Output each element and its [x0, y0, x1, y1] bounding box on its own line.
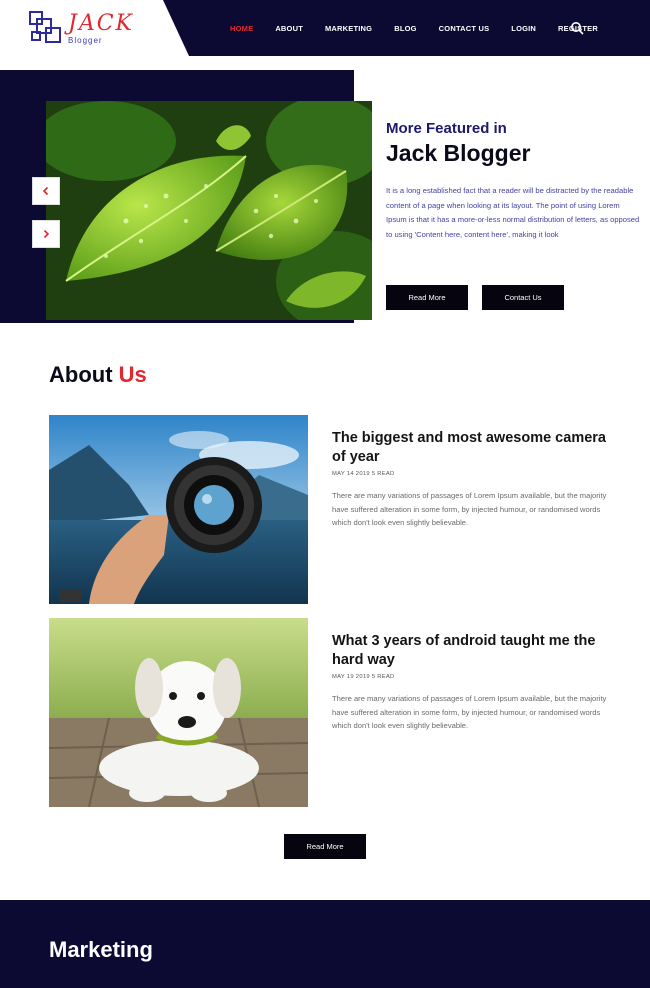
- post-excerpt-android: There are many variations of passages of…: [332, 694, 607, 731]
- site-header: JACK Blogger HOME ABOUT MARKETING BLOG C…: [0, 0, 650, 56]
- slider-prev-button[interactable]: [32, 177, 60, 205]
- slider-next-button[interactable]: [32, 220, 60, 248]
- hero-contact-us-button[interactable]: Contact Us: [482, 285, 564, 310]
- post-title-android[interactable]: What 3 years of android taught me the ha…: [332, 632, 622, 670]
- about-read-more-button[interactable]: Read More: [284, 834, 366, 859]
- main-nav: HOME ABOUT MARKETING BLOG CONTACT US LOG…: [230, 0, 620, 56]
- post-meta-camera: MAY 14 2019 5 READ: [332, 471, 395, 477]
- post-meta-android: MAY 19 2019 5 READ: [332, 674, 395, 680]
- hero-kicker: More Featured in: [386, 120, 507, 137]
- hero-leaf-image: [46, 101, 372, 320]
- logo-subtitle: Blogger: [68, 36, 103, 45]
- hero-description: It is a long established fact that a rea…: [386, 186, 640, 239]
- nav-item-blog[interactable]: BLOG: [394, 24, 416, 33]
- search-icon[interactable]: [570, 21, 584, 35]
- nav-item-home[interactable]: HOME: [230, 24, 253, 33]
- post-image-puppy[interactable]: [49, 618, 308, 807]
- hero-title: Jack Blogger: [386, 140, 531, 166]
- post-title-camera[interactable]: The biggest and most awesome camera of y…: [332, 429, 622, 467]
- chevron-left-icon: [42, 186, 49, 196]
- logo-name: JACK: [68, 11, 134, 36]
- about-title-main: About: [49, 362, 113, 387]
- logo[interactable]: JACK Blogger: [28, 10, 168, 48]
- about-title-accent: Us: [118, 362, 147, 387]
- post-image-camera-lens[interactable]: [49, 415, 308, 604]
- hero-read-more-button[interactable]: Read More: [386, 285, 468, 310]
- nav-item-login[interactable]: LOGIN: [511, 24, 536, 33]
- nav-item-marketing[interactable]: MARKETING: [325, 24, 372, 33]
- chevron-right-icon: [43, 229, 50, 239]
- nav-item-about[interactable]: ABOUT: [275, 24, 303, 33]
- marketing-section-title: Marketing: [49, 937, 153, 962]
- about-section-title: About Us: [49, 362, 147, 388]
- logo-squares-icon: [29, 11, 61, 43]
- post-excerpt-camera: There are many variations of passages of…: [332, 491, 607, 528]
- nav-item-contact-us[interactable]: CONTACT US: [439, 24, 490, 33]
